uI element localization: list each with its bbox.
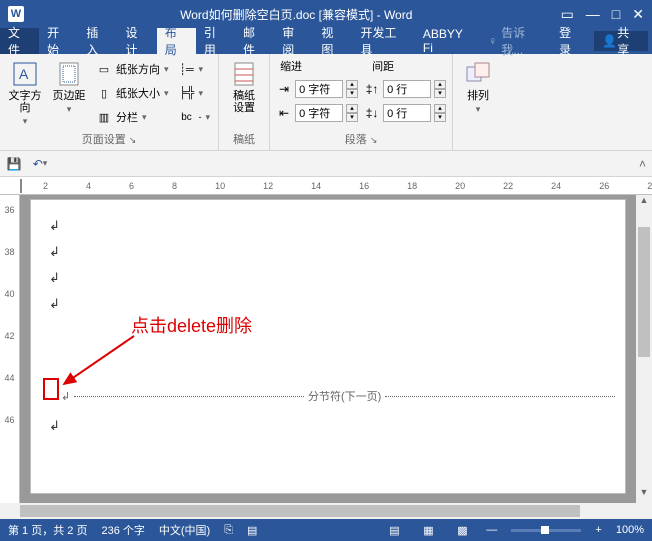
- status-bar: 第 1 页，共 2 页 236 个字 中文(中国) ⎘ ▤ ▤ ▦ ▩ — + …: [0, 519, 652, 541]
- group-manuscript: 稿纸 设置 稿纸: [219, 54, 270, 150]
- ribbon-tabs: 文件 开始 插入 设计 布局 引用 邮件 审阅 视图 开发工具 ABBYY Fi…: [0, 28, 652, 54]
- document-page[interactable]: ↲ ↲ ↲ ↲ 点击delete删除 ↲ 分节符(下一页) ↲: [30, 199, 626, 494]
- insert-mode-icon[interactable]: ⎘: [224, 524, 233, 537]
- paragraph-mark: ↲: [49, 244, 607, 260]
- group-page-setup: A 文字方向▾ 页边距▾ ▭纸张方向▾ ▯纸张大小▾ ▥分栏▾ ┊═▾ ╞╬▾ …: [0, 54, 219, 150]
- save-button[interactable]: 💾: [6, 156, 22, 172]
- minimize-button[interactable]: —: [586, 6, 600, 23]
- section-break: ↲ 分节符(下一页): [61, 388, 615, 404]
- print-layout-button[interactable]: ▦: [418, 524, 438, 537]
- arrange-button[interactable]: 排列▾: [459, 56, 497, 115]
- page-count[interactable]: 第 1 页，共 2 页: [8, 522, 87, 538]
- tab-insert[interactable]: 插入: [78, 28, 117, 54]
- maximize-button[interactable]: □: [612, 6, 620, 23]
- word-icon: W: [8, 6, 24, 22]
- indent-left[interactable]: ⇥0 字符▴▾: [276, 78, 358, 100]
- vertical-ruler[interactable]: 363840424446: [0, 195, 20, 503]
- read-mode-button[interactable]: ▤: [384, 524, 404, 537]
- tab-review[interactable]: 审阅: [274, 28, 313, 54]
- paragraph-label: 段落 ↘: [276, 129, 446, 150]
- line-numbers-button[interactable]: ╞╬▾: [177, 82, 213, 104]
- word-count[interactable]: 236 个字: [101, 522, 144, 538]
- paragraph-mark: ↲: [49, 418, 60, 434]
- bulb-icon: ♀: [488, 34, 497, 48]
- tab-design[interactable]: 设计: [118, 28, 157, 54]
- work-area: 363840424446 ↲ ↲ ↲ ↲ 点击delete删除 ↲ 分节符(下一…: [0, 195, 652, 503]
- paragraph-mark: ↲: [49, 218, 607, 234]
- breaks-button[interactable]: ┊═▾: [177, 58, 213, 80]
- group-paragraph: 缩进间距 ⇥0 字符▴▾ ⇤0 字符▴▾ ‡↑0 行▴▾ ‡↓0 行▴▾ 段落 …: [270, 54, 453, 150]
- paragraph-launcher[interactable]: ↘: [370, 135, 378, 145]
- group-arrange: 排列▾: [453, 54, 503, 150]
- paragraph-mark: ↲: [49, 296, 607, 312]
- orientation-button[interactable]: ▭纸张方向▾: [94, 58, 171, 80]
- window-controls: ▭ — □ ✕: [561, 6, 644, 23]
- tab-developer[interactable]: 开发工具: [353, 28, 415, 54]
- manuscript-button[interactable]: 稿纸 设置: [225, 56, 263, 114]
- zoom-out-button[interactable]: —: [486, 524, 497, 536]
- annotation-text: 点击delete删除: [131, 312, 252, 338]
- zoom-level[interactable]: 100%: [616, 524, 644, 536]
- margins-button[interactable]: 页边距▾: [50, 56, 88, 115]
- tab-view[interactable]: 视图: [313, 28, 352, 54]
- tell-me[interactable]: ♀告诉我...: [482, 24, 551, 58]
- tab-file[interactable]: 文件: [0, 28, 39, 54]
- ribbon: A 文字方向▾ 页边距▾ ▭纸张方向▾ ▯纸张大小▾ ▥分栏▾ ┊═▾ ╞╬▾ …: [0, 54, 652, 151]
- annotation-arrow: [59, 334, 139, 394]
- svg-text:A: A: [19, 66, 29, 82]
- page-area: ↲ ↲ ↲ ↲ 点击delete删除 ↲ 分节符(下一页) ↲: [20, 195, 636, 503]
- tab-selector[interactable]: [20, 179, 22, 193]
- hyphenation-button[interactable]: bc-▾: [177, 106, 213, 128]
- quick-access-toolbar: 💾 ↶▾ ˄: [0, 151, 652, 177]
- web-layout-button[interactable]: ▩: [452, 524, 472, 537]
- tab-references[interactable]: 引用: [196, 28, 235, 54]
- zoom-slider[interactable]: [511, 529, 581, 532]
- manuscript-label: 稿纸: [225, 129, 263, 150]
- page-setup-label: 页面设置 ↘: [6, 129, 212, 150]
- share-button[interactable]: 👤 共享: [594, 31, 648, 51]
- text-direction-button[interactable]: A 文字方向▾: [6, 56, 44, 127]
- macro-icon[interactable]: ▤: [247, 524, 257, 537]
- close-button[interactable]: ✕: [632, 6, 644, 23]
- horizontal-ruler[interactable]: 246810121416182022242628303234363840: [0, 177, 652, 195]
- ribbon-display-button[interactable]: ▭: [561, 6, 574, 23]
- columns-button[interactable]: ▥分栏▾: [94, 106, 171, 128]
- space-after[interactable]: ‡↓0 行▴▾: [364, 102, 446, 124]
- size-button[interactable]: ▯纸张大小▾: [94, 82, 171, 104]
- undo-button[interactable]: ↶▾: [32, 156, 48, 172]
- page-setup-launcher[interactable]: ↘: [129, 135, 137, 145]
- window-title: Word如何删除空白页.doc [兼容模式] - Word: [32, 6, 561, 23]
- indent-right[interactable]: ⇤0 字符▴▾: [276, 102, 358, 124]
- tab-mailings[interactable]: 邮件: [235, 28, 274, 54]
- space-before[interactable]: ‡↑0 行▴▾: [364, 78, 446, 100]
- zoom-in-button[interactable]: +: [595, 524, 601, 536]
- tab-home[interactable]: 开始: [39, 28, 78, 54]
- vertical-scrollbar[interactable]: ▲▼: [636, 195, 652, 503]
- tab-addin[interactable]: ABBYY Fi: [415, 28, 482, 54]
- collapse-ribbon-button[interactable]: ˄: [639, 157, 646, 171]
- tab-layout[interactable]: 布局: [157, 28, 196, 54]
- language[interactable]: 中文(中国): [159, 522, 210, 538]
- annotation-highlight-box: [43, 378, 59, 400]
- paragraph-mark: ↲: [49, 270, 607, 286]
- signin-button[interactable]: 登录: [551, 28, 590, 54]
- horizontal-scrollbar[interactable]: [0, 503, 652, 519]
